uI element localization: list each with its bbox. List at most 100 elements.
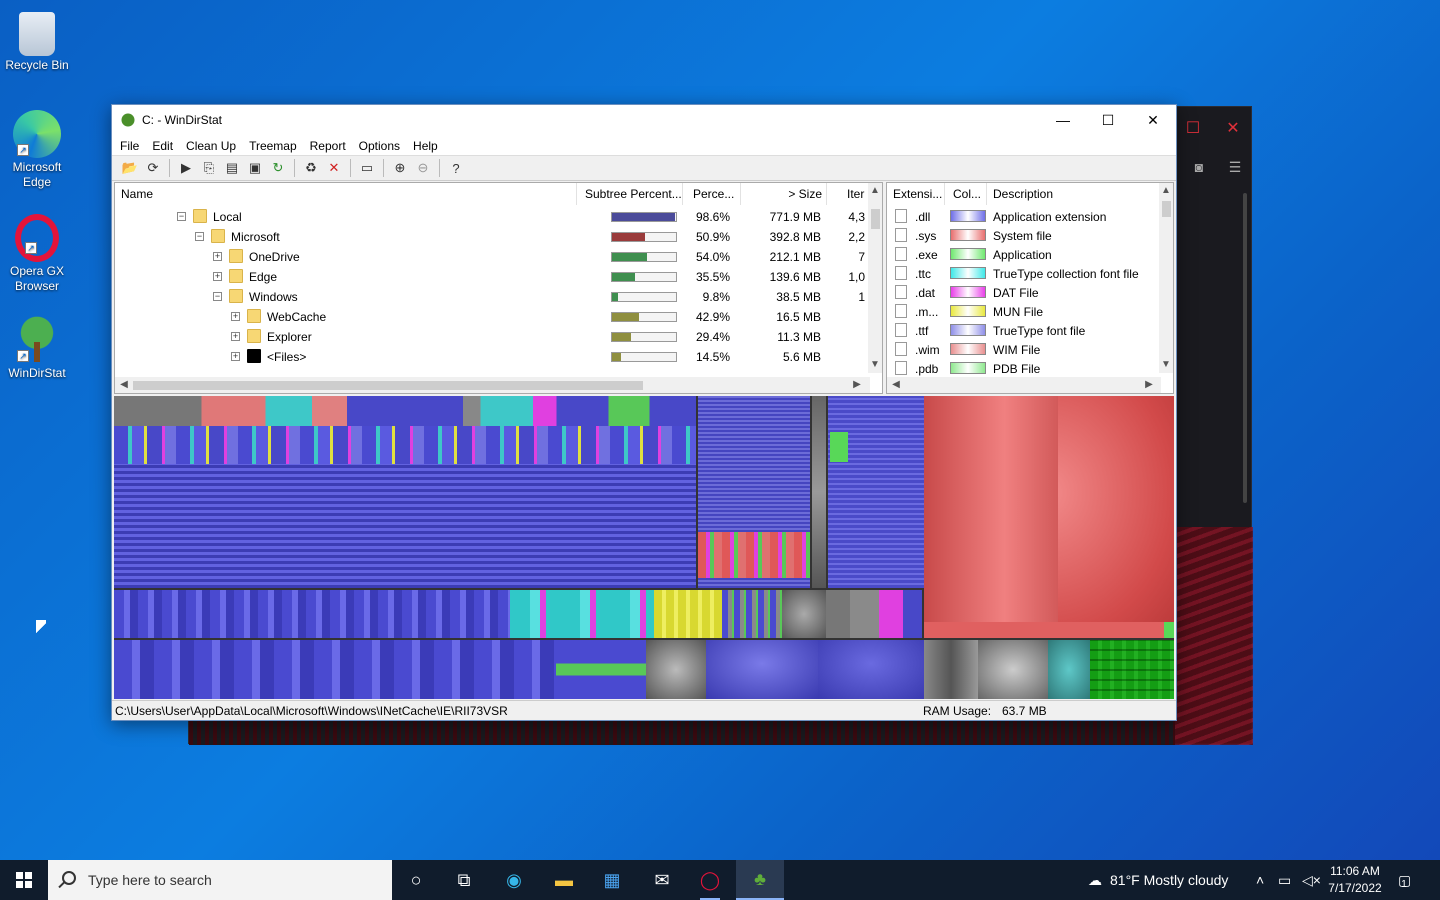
ext-vertical-scrollbar[interactable]: ▲ ▼: [1159, 183, 1173, 373]
tree-row[interactable]: + <Files> 14.5% 5.6 MB: [115, 347, 870, 367]
menu-options[interactable]: Options: [359, 135, 407, 155]
edge-taskbar-icon[interactable]: ◉: [490, 860, 538, 900]
start-button[interactable]: [0, 860, 48, 900]
col-subtree-header[interactable]: Subtree Percent...: [577, 183, 683, 205]
close-button[interactable]: ✕: [1130, 105, 1176, 135]
col-size-header[interactable]: > Size: [741, 183, 827, 205]
zoom-in-icon[interactable]: ⊕: [390, 158, 410, 178]
recycle-icon[interactable]: ♻: [301, 158, 321, 178]
clock[interactable]: 11:06 AM 7/17/2022: [1322, 863, 1388, 897]
scroll-down-icon[interactable]: ▼: [1159, 359, 1173, 370]
microsoft-store-icon[interactable]: ▦: [588, 860, 636, 900]
menu-file[interactable]: File: [120, 135, 146, 155]
scroll-thumb[interactable]: [133, 381, 643, 390]
taskbar-search-box[interactable]: Type here to search: [48, 860, 392, 900]
network-icon[interactable]: ▭: [1278, 860, 1291, 900]
menu-clean-up[interactable]: Clean Up: [186, 135, 243, 155]
tree-row[interactable]: + Explorer 29.4% 11.3 MB: [115, 327, 870, 347]
expand-collapse-icon[interactable]: −: [195, 232, 204, 241]
scroll-left-icon[interactable]: ◀: [889, 379, 903, 390]
expand-collapse-icon[interactable]: +: [231, 312, 240, 321]
task-view-icon[interactable]: ⧉: [440, 860, 488, 900]
expand-collapse-icon[interactable]: −: [177, 212, 186, 221]
scroll-left-icon[interactable]: ◀: [117, 379, 131, 390]
tree-row[interactable]: − Local 98.6% 771.9 MB 4,3: [115, 207, 870, 227]
expand-collapse-icon[interactable]: +: [213, 272, 222, 281]
delete-icon[interactable]: ✕: [324, 158, 344, 178]
tree-row[interactable]: + WebCache 42.9% 16.5 MB: [115, 307, 870, 327]
col-color-header[interactable]: Col...: [945, 183, 987, 205]
extension-row[interactable]: .ttc TrueType collection font file: [887, 264, 1161, 283]
col-items-header[interactable]: Iter: [827, 183, 870, 205]
treemap[interactable]: [114, 396, 1174, 699]
refresh-icon[interactable]: ↻: [268, 158, 288, 178]
settings-sliders-icon[interactable]: ☰: [1225, 159, 1245, 179]
scroll-up-icon[interactable]: ▲: [868, 185, 882, 196]
tree-row[interactable]: − Microsoft 50.9% 392.8 MB 2,2: [115, 227, 870, 247]
col-name-header[interactable]: Name: [115, 183, 577, 205]
col-description-header[interactable]: Description: [987, 183, 1161, 205]
extension-row[interactable]: .exe Application: [887, 245, 1161, 264]
zoom-out-icon[interactable]: ⊖: [413, 158, 433, 178]
tree-row[interactable]: + OneDrive 54.0% 212.1 MB 7: [115, 247, 870, 267]
copy-path-icon[interactable]: ⎘: [199, 158, 219, 178]
extension-row[interactable]: .ttf TrueType font file: [887, 321, 1161, 340]
minimize-button[interactable]: —: [1040, 105, 1086, 135]
expand-collapse-icon[interactable]: +: [231, 352, 240, 361]
opera-gx-taskbar-icon[interactable]: ◯: [686, 860, 734, 900]
scrollbar[interactable]: [1243, 193, 1247, 503]
title-bar[interactable]: C: - WinDirStat — ☐ ✕: [112, 105, 1176, 135]
maximize-button[interactable]: ☐: [1085, 105, 1131, 135]
menu-edit[interactable]: Edit: [152, 135, 180, 155]
extension-row[interactable]: .wim WIM File: [887, 340, 1161, 359]
tree-row[interactable]: + Edge 35.5% 139.6 MB 1,0: [115, 267, 870, 287]
ext-horizontal-scrollbar[interactable]: ◀ ▶: [887, 377, 1161, 393]
open-folder-icon[interactable]: 📂: [120, 158, 140, 178]
maximize-icon[interactable]: ☐: [1183, 119, 1203, 139]
windirstat-window[interactable]: C: - WinDirStat — ☐ ✕ File Edit Clean Up…: [111, 104, 1177, 721]
scroll-right-icon[interactable]: ▶: [1142, 379, 1156, 390]
tree-row[interactable]: − Windows 9.8% 38.5 MB 1: [115, 287, 870, 307]
menu-help[interactable]: Help: [413, 135, 445, 155]
close-icon[interactable]: ✕: [1223, 119, 1243, 139]
extension-row[interactable]: .dll Application extension: [887, 207, 1161, 226]
tree-horizontal-scrollbar[interactable]: ◀ ▶: [115, 377, 870, 393]
recycle-bin-icon[interactable]: Recycle Bin: [2, 8, 72, 73]
scroll-right-icon[interactable]: ▶: [850, 379, 864, 390]
scroll-thumb[interactable]: [871, 209, 880, 229]
mail-icon[interactable]: ✉: [638, 860, 686, 900]
command-prompt-icon[interactable]: ▣: [245, 158, 265, 178]
scroll-up-icon[interactable]: ▲: [1159, 185, 1173, 196]
directory-tree[interactable]: Name Subtree Percent... Perce... > Size …: [114, 182, 883, 394]
scroll-thumb[interactable]: [1162, 201, 1171, 217]
play-icon[interactable]: ▶: [176, 158, 196, 178]
extension-list[interactable]: Extensi... Col... Description .dll Applic…: [886, 182, 1174, 394]
camera-icon[interactable]: ◙: [1189, 159, 1209, 179]
tree-vertical-scrollbar[interactable]: ▲ ▼: [868, 183, 882, 373]
windirstat-taskbar-icon[interactable]: ♣: [736, 860, 784, 900]
expand-collapse-icon[interactable]: −: [213, 292, 222, 301]
windirstat-shortcut-icon[interactable]: ↗ WinDirStat: [2, 316, 72, 381]
opera-gx-shortcut-icon[interactable]: ↗ Opera GX Browser: [2, 214, 72, 294]
explorer-icon[interactable]: ▤: [222, 158, 242, 178]
menu-treemap[interactable]: Treemap: [249, 135, 304, 155]
scroll-down-icon[interactable]: ▼: [868, 359, 882, 370]
expand-collapse-icon[interactable]: +: [231, 332, 240, 341]
extension-row[interactable]: .m... MUN File: [887, 302, 1161, 321]
file-explorer-icon[interactable]: ▬: [540, 860, 588, 900]
edge-shortcut-icon[interactable]: ↗ Microsoft Edge: [2, 110, 72, 190]
notifications-icon[interactable]: ▢ 1: [1398, 860, 1411, 900]
extension-row[interactable]: .dat DAT File: [887, 283, 1161, 302]
help-icon[interactable]: ?: [446, 158, 466, 178]
extension-row[interactable]: .pdb PDB File: [887, 359, 1161, 378]
extension-row[interactable]: .sys System file: [887, 226, 1161, 245]
new-folder-icon[interactable]: ▭: [357, 158, 377, 178]
expand-collapse-icon[interactable]: +: [213, 252, 222, 261]
col-percent-header[interactable]: Perce...: [683, 183, 741, 205]
weather-widget[interactable]: ☁ 81°F Mostly cloudy: [1088, 860, 1228, 900]
menu-report[interactable]: Report: [310, 135, 353, 155]
volume-muted-icon[interactable]: ◁×: [1302, 860, 1321, 900]
show-hidden-icons-icon[interactable]: ˄: [1256, 860, 1264, 900]
rescan-icon[interactable]: ⟳: [143, 158, 163, 178]
col-extension-header[interactable]: Extensi...: [887, 183, 945, 205]
